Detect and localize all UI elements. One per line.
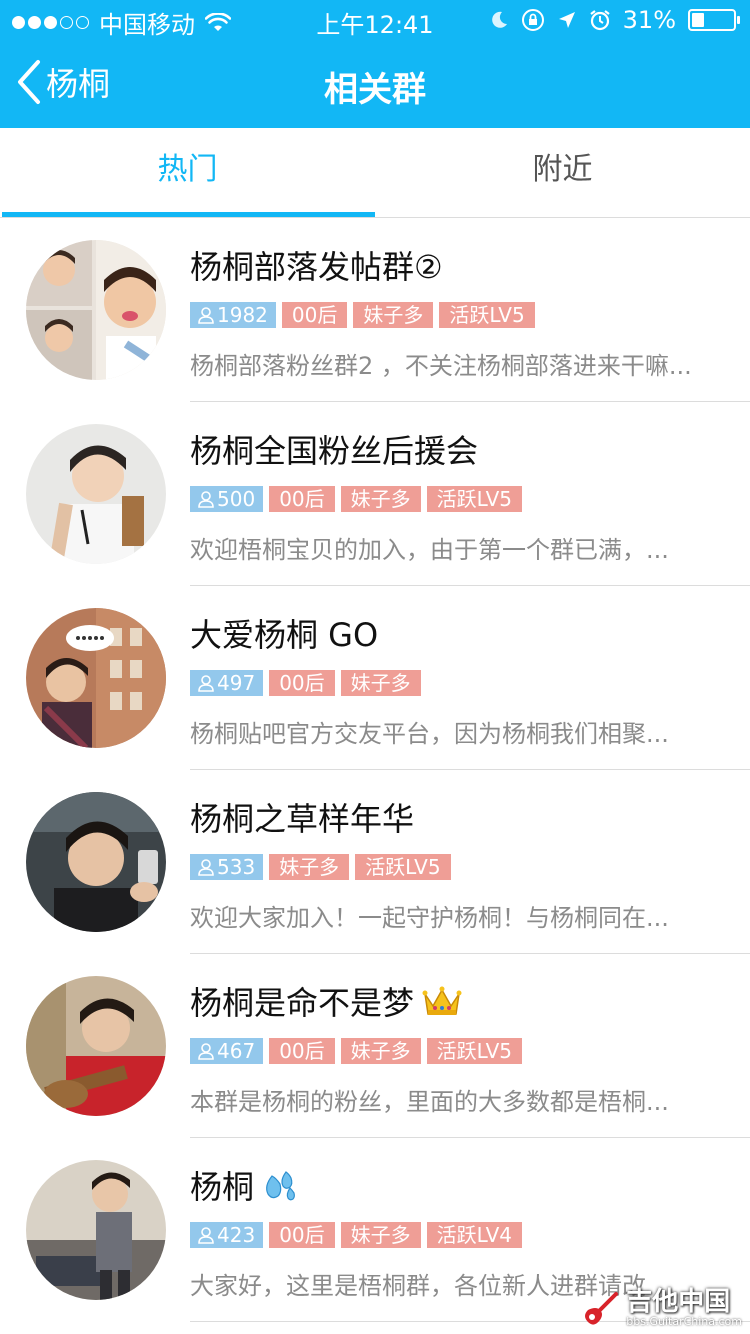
group-tag: 00后 (269, 670, 335, 696)
status-bar: 中国移动 上午12:41 31% (0, 0, 750, 40)
group-list-item[interactable]: 杨桐部落发帖群② 1982 00后 妹子多 活跃LV5 杨桐部落粉丝群2 ，不关… (0, 218, 750, 402)
group-tag: 活跃LV5 (426, 486, 522, 512)
tab-hot[interactable]: 热门 (0, 128, 375, 218)
member-count: 500 (217, 487, 256, 511)
watermark-text: 吉他中国 bbs.GuitarChina.com (626, 1288, 742, 1328)
group-tags: 500 00后 妹子多 活跃LV5 (190, 486, 522, 512)
person-icon (198, 859, 214, 876)
tab-bar: 热门 附近 (0, 128, 750, 218)
person-icon (198, 1043, 214, 1060)
location-arrow-icon (558, 12, 575, 28)
status-right: 31% (489, 6, 740, 34)
alarm-icon (589, 10, 610, 31)
group-tag: 00后 (269, 1038, 335, 1064)
nav-bar: 杨桐 相关群 (0, 40, 750, 128)
group-avatar (26, 792, 166, 932)
member-count: 1982 (217, 303, 268, 327)
member-count-badge: 497 (190, 670, 264, 696)
group-tag: 活跃LV4 (426, 1222, 522, 1248)
group-tags: 467 00后 妹子多 活跃LV5 (190, 1038, 522, 1064)
group-name-text: 杨桐部落发帖群② (190, 248, 443, 286)
group-tags: 1982 00后 妹子多 活跃LV5 (190, 302, 535, 328)
group-description: 欢迎大家加入！一起守护杨桐！与杨桐同在... (190, 904, 669, 932)
sweat-droplets-icon (262, 1168, 298, 1202)
page-title: 相关群 (324, 70, 426, 110)
group-description: 杨桐部落粉丝群2 ，不关注杨桐部落进来干嘛... (190, 352, 692, 380)
person-icon (198, 491, 214, 508)
back-label: 杨桐 (46, 65, 111, 103)
group-avatar (26, 1160, 166, 1300)
person-icon (198, 675, 214, 692)
group-description: 欢迎梧桐宝贝的加入，由于第一个群已满，... (190, 536, 669, 564)
group-tag: 活跃LV5 (426, 1038, 522, 1064)
member-count-badge: 423 (190, 1222, 264, 1248)
tab-nearby[interactable]: 附近 (375, 128, 750, 218)
member-count: 423 (217, 1223, 256, 1247)
group-tag: 妹子多 (340, 1038, 421, 1064)
group-tag: 00后 (281, 302, 348, 328)
group-list-item[interactable]: 杨桐是命不是梦 467 00后 妹子多 活跃LV5 本群是杨桐的粉丝，里面的大多… (0, 954, 750, 1138)
group-name-text: 杨桐全国粉丝后援会 (190, 432, 479, 470)
group-tags: 497 00后 妹子多 (190, 670, 421, 696)
moon-icon (491, 11, 507, 28)
group-avatar (26, 976, 166, 1116)
group-tag: 活跃LV5 (439, 302, 535, 328)
group-tag: 妹子多 (340, 1222, 421, 1248)
member-count-badge: 1982 (190, 302, 276, 328)
person-icon (198, 1227, 214, 1244)
rotation-lock-icon (521, 9, 544, 31)
battery-fill (692, 13, 705, 27)
group-tag: 00后 (269, 486, 335, 512)
group-name: 大爱杨桐 GO (190, 610, 378, 656)
member-count: 467 (217, 1039, 256, 1063)
group-list: 杨桐部落发帖群② 1982 00后 妹子多 活跃LV5 杨桐部落粉丝群2 ，不关… (0, 218, 750, 1322)
watermark-sub: bbs.GuitarChina.com (626, 1315, 742, 1328)
tab-active-indicator (2, 212, 375, 217)
group-name-text: 大爱杨桐 GO (190, 616, 379, 654)
group-name: 杨桐 (190, 1162, 298, 1208)
member-count: 497 (217, 671, 256, 695)
member-count-badge: 467 (190, 1038, 264, 1064)
battery-icon (688, 9, 740, 31)
group-name: 杨桐全国粉丝后援会 (190, 426, 478, 472)
group-tag: 妹子多 (340, 486, 421, 512)
watermark-main: 吉他中国 (626, 1287, 731, 1317)
group-tag: 妹子多 (340, 670, 421, 696)
guitar-logo-icon (585, 1292, 619, 1325)
group-description: 本群是杨桐的粉丝，里面的大多数都是梧桐... (190, 1088, 669, 1116)
group-name: 杨桐是命不是梦 (190, 978, 462, 1024)
group-name-text: 杨桐 (190, 1168, 255, 1206)
group-name: 杨桐之草样年华 (190, 794, 414, 840)
member-count: 533 (217, 855, 256, 879)
member-count-badge: 533 (190, 854, 264, 880)
chevron-left-icon (18, 60, 40, 104)
group-name-text: 杨桐之草样年华 (190, 800, 415, 838)
group-tags: 533 妹子多 活跃LV5 (190, 854, 451, 880)
battery-percent: 31% (622, 6, 676, 34)
group-list-item[interactable]: 杨桐全国粉丝后援会 500 00后 妹子多 活跃LV5 欢迎梧桐宝贝的加入，由于… (0, 402, 750, 586)
group-avatar (26, 240, 166, 380)
crown-icon (422, 984, 462, 1018)
group-description: 杨桐贴吧官方交友平台，因为杨桐我们相聚... (190, 720, 669, 748)
watermark: 吉他中国 bbs.GuitarChina.com (580, 1288, 742, 1328)
person-icon (198, 307, 214, 324)
group-tag: 活跃LV5 (355, 854, 451, 880)
member-count-badge: 500 (190, 486, 264, 512)
group-avatar (26, 608, 166, 748)
group-list-item[interactable]: 大爱杨桐 GO 497 00后 妹子多 杨桐贴吧官方交友平台，因为杨桐我们相聚.… (0, 586, 750, 770)
group-tag: 妹子多 (353, 302, 434, 328)
group-tag: 妹子多 (269, 854, 350, 880)
group-tag: 00后 (269, 1222, 335, 1248)
group-tags: 423 00后 妹子多 活跃LV4 (190, 1222, 522, 1248)
group-name-text: 杨桐是命不是梦 (190, 984, 415, 1022)
group-avatar (26, 424, 166, 564)
group-name: 杨桐部落发帖群② (190, 242, 443, 288)
group-list-item[interactable]: 杨桐之草样年华 533 妹子多 活跃LV5 欢迎大家加入！一起守护杨桐！与杨桐同… (0, 770, 750, 954)
back-button[interactable]: 杨桐 (14, 58, 110, 106)
